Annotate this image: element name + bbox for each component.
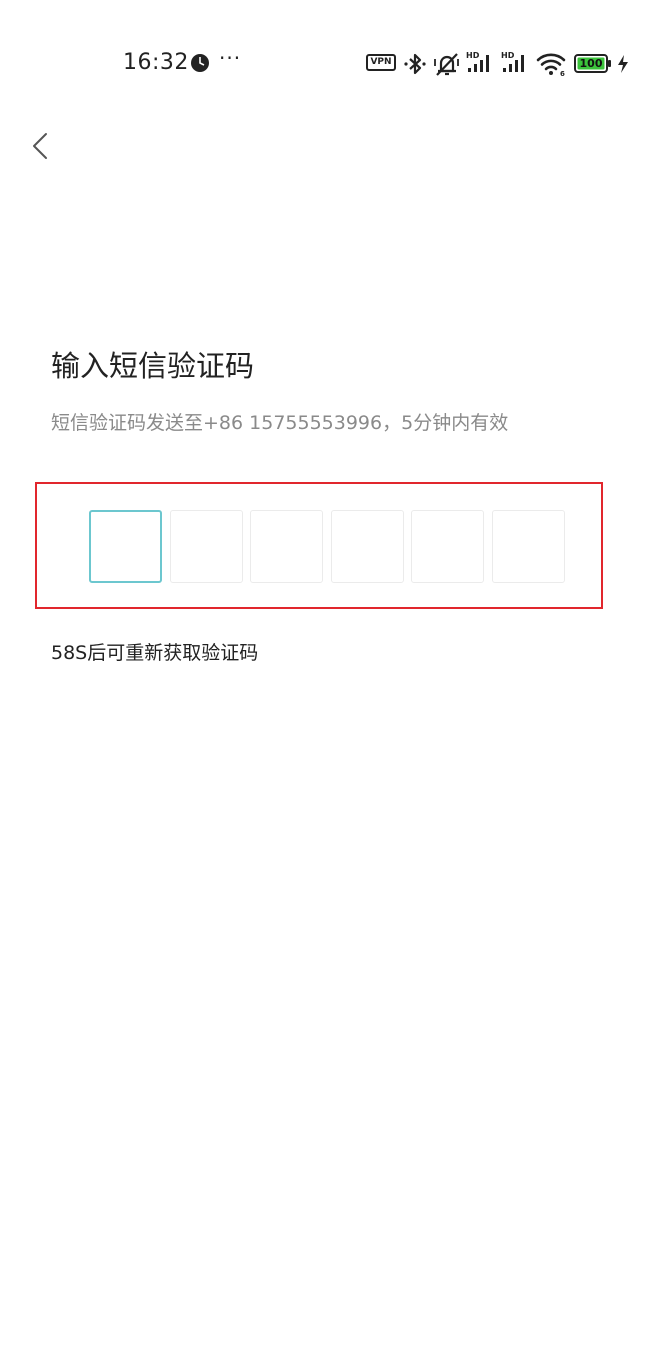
sms-sent-hint: 短信验证码发送至+86 15755553996，5分钟内有效 — [51, 412, 509, 434]
code-digit-5[interactable] — [411, 510, 484, 583]
svg-text:HD: HD — [501, 51, 515, 60]
status-bar: 16:32 ··· VPN HD HD 6 100 — [0, 0, 646, 128]
wifi-icon: 6 — [536, 53, 566, 77]
svg-text:HD: HD — [466, 51, 480, 60]
code-digit-3[interactable] — [250, 510, 323, 583]
bluetooth-icon — [404, 53, 426, 75]
code-digit-4[interactable] — [331, 510, 404, 583]
page-title: 输入短信验证码 — [51, 349, 255, 383]
code-digit-6[interactable] — [492, 510, 565, 583]
vibrate-off-icon — [434, 53, 459, 76]
code-digit-1[interactable] — [89, 510, 162, 583]
more-notifications-icon: ··· — [219, 46, 242, 70]
clock-icon — [191, 54, 209, 72]
battery-level: 100 — [579, 57, 603, 70]
signal-hd-icon: HD — [466, 51, 489, 72]
chevron-left-icon — [33, 133, 47, 159]
back-button[interactable] — [24, 126, 64, 166]
verification-screen: 16:32 ··· VPN HD HD 6 100 输入短信验证码 短信验证码发… — [0, 0, 646, 1351]
code-digit-2[interactable] — [170, 510, 243, 583]
signal-hd-icon: HD — [501, 51, 524, 72]
charging-icon — [618, 55, 628, 73]
svg-text:6: 6 — [560, 70, 565, 77]
resend-countdown: 58S后可重新获取验证码 — [51, 642, 259, 664]
status-time: 16:32 — [123, 50, 189, 75]
vpn-icon: VPN — [366, 54, 396, 71]
